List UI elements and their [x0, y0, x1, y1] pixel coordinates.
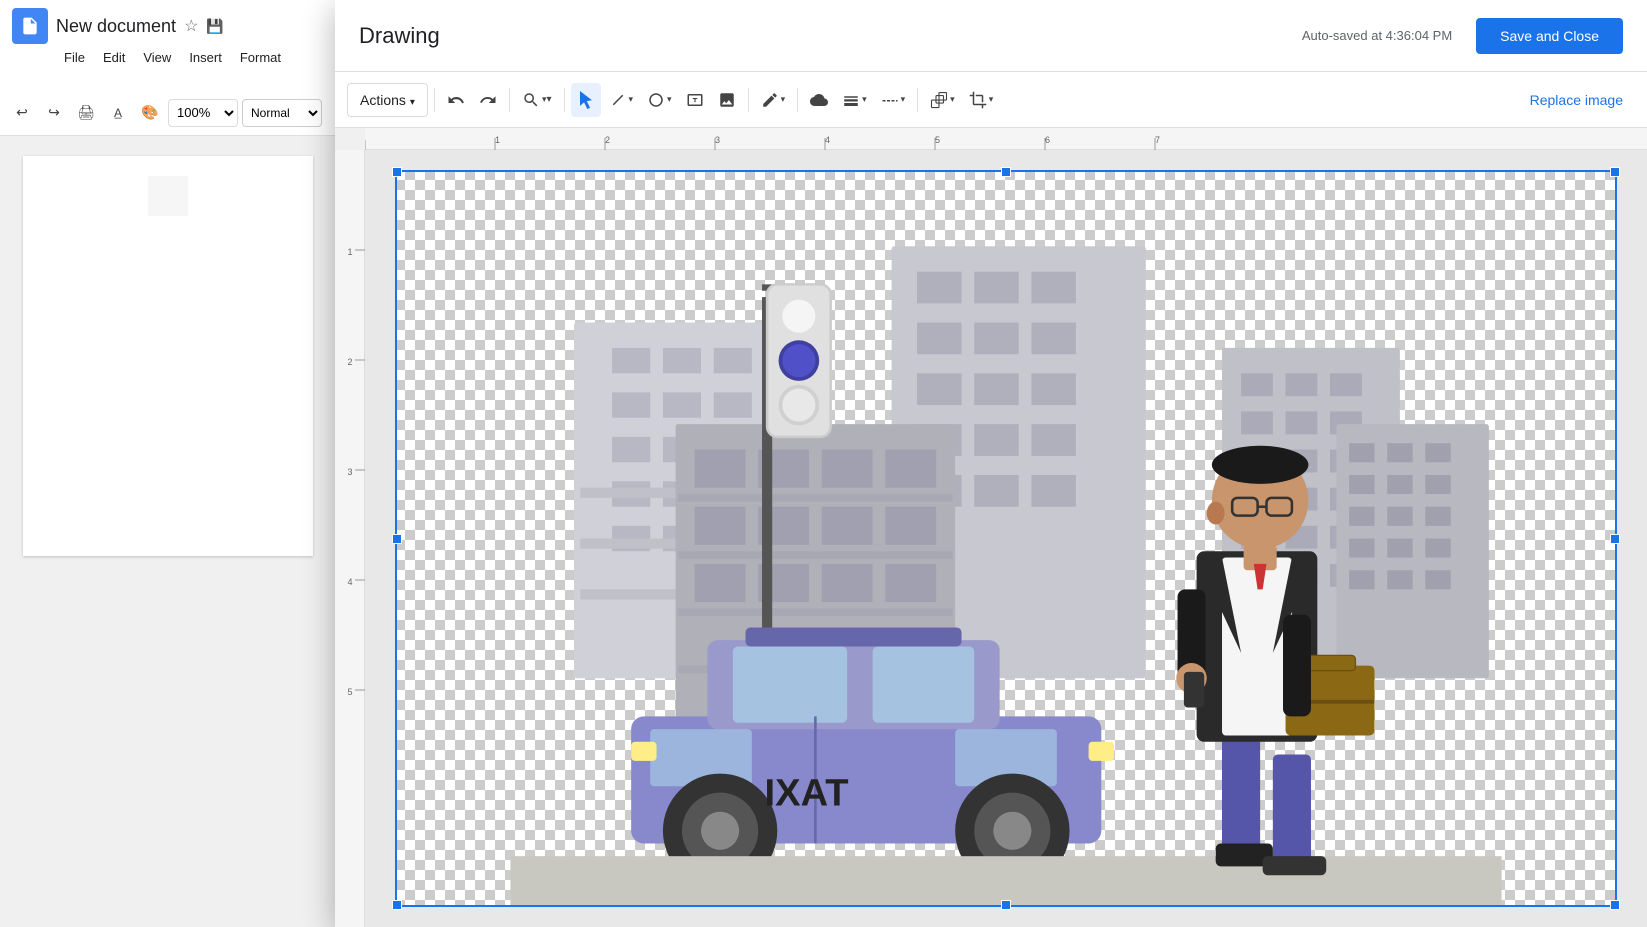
redo-button[interactable] — [473, 83, 503, 117]
toolbar-undo-btn[interactable]: ↩ — [8, 99, 36, 127]
docs-menu-bar: File Edit View Insert Format — [12, 48, 323, 67]
shape-chevron-icon: ▾ — [667, 94, 672, 105]
svg-text:5: 5 — [347, 687, 352, 697]
svg-text:7: 7 — [1155, 135, 1160, 145]
dialog-title: Drawing — [359, 23, 1302, 49]
docs-page-area — [0, 136, 335, 927]
horizontal-ruler: 1 2 3 4 5 6 7 — [365, 128, 1647, 150]
border-weight-button[interactable]: ▾ — [836, 83, 873, 117]
menu-file[interactable]: File — [56, 48, 93, 67]
svg-text:IXAT: IXAT — [765, 771, 849, 814]
docs-header: New document ☆ 💾 File Edit View Insert F… — [0, 0, 335, 90]
toolbar-redo-btn[interactable]: ↪ — [40, 99, 68, 127]
svg-text:2: 2 — [347, 357, 352, 367]
drawing-dialog: Drawing Auto-saved at 4:36:04 PM Save an… — [335, 0, 1647, 927]
dialog-header: Drawing Auto-saved at 4:36:04 PM Save an… — [335, 0, 1647, 72]
zoom-button[interactable]: ▾ — [516, 83, 558, 117]
pencil-tool-button[interactable]: ▾ — [755, 83, 792, 117]
drawing-canvas-area: 1 2 3 4 5 6 7 1 2 — [335, 128, 1647, 927]
border-weight-chevron-icon: ▾ — [862, 94, 867, 105]
style-select[interactable]: Normal — [242, 99, 322, 127]
svg-text:2: 2 — [605, 135, 610, 145]
docs-toolbar: ↩ ↪ 🖨 A̲ 🎨 100% Normal — [0, 90, 335, 136]
toolbar-format-btn[interactable]: 🎨 — [136, 99, 164, 127]
svg-text:1: 1 — [347, 247, 352, 257]
star-icon[interactable]: ☆ — [184, 16, 198, 36]
actions-chevron-icon — [410, 92, 415, 108]
undo-button[interactable] — [441, 83, 471, 117]
svg-text:5: 5 — [935, 135, 940, 145]
toolbar-separator-4 — [748, 88, 749, 112]
border-dash-button[interactable]: ▾ — [875, 83, 912, 117]
arrange-chevron-icon: ▾ — [950, 94, 955, 105]
line-chevron-icon: ▾ — [629, 94, 634, 105]
toolbar-separator-5 — [797, 88, 798, 112]
svg-text:6: 6 — [1045, 135, 1050, 145]
docs-document-title[interactable]: New document — [56, 16, 176, 37]
autosave-status: Auto-saved at 4:36:04 PM — [1302, 28, 1452, 43]
menu-edit[interactable]: Edit — [95, 48, 133, 67]
toolbar-separator-3 — [564, 88, 565, 112]
city-illustration: IXAT — [395, 170, 1617, 907]
toolbar-separator-2 — [509, 88, 510, 112]
drawing-canvas[interactable]: IXAT — [365, 150, 1647, 927]
menu-format[interactable]: Format — [232, 48, 289, 67]
image-tool-button[interactable] — [712, 83, 742, 117]
line-tool-button[interactable]: ▾ — [603, 83, 640, 117]
zoom-select[interactable]: 100% — [168, 99, 238, 127]
menu-insert[interactable]: Insert — [181, 48, 230, 67]
docs-title-row: New document ☆ 💾 — [12, 8, 323, 44]
arrange-button[interactable]: ▾ — [924, 83, 961, 117]
toolbar-print-btn[interactable]: 🖨 — [72, 99, 100, 127]
svg-text:4: 4 — [347, 577, 352, 587]
svg-text:1: 1 — [495, 135, 500, 145]
zoom-chevron-icon: ▾ — [542, 94, 552, 105]
select-tool-button[interactable] — [571, 83, 601, 117]
docs-icon — [12, 8, 48, 44]
svg-text:3: 3 — [347, 467, 352, 477]
shape-tool-button[interactable]: ▾ — [641, 83, 678, 117]
vertical-ruler: 1 2 3 4 5 — [335, 150, 365, 927]
border-color-button[interactable] — [804, 83, 834, 117]
border-dash-chevron-icon: ▾ — [901, 94, 906, 105]
menu-view[interactable]: View — [135, 48, 179, 67]
save-and-close-button[interactable]: Save and Close — [1476, 18, 1623, 54]
toolbar-separator-6 — [917, 88, 918, 112]
docs-page — [23, 156, 313, 556]
svg-text:3: 3 — [715, 135, 720, 145]
canvas-image-container[interactable]: IXAT — [395, 170, 1617, 907]
crop-button[interactable]: ▾ — [963, 83, 1000, 117]
toolbar-spellcheck-btn[interactable]: A̲ — [104, 99, 132, 127]
dialog-toolbar: Actions ▾ ▾ ▾ — [335, 72, 1647, 128]
toolbar-separator-1 — [434, 88, 435, 112]
crop-chevron-icon: ▾ — [989, 94, 994, 105]
actions-button[interactable]: Actions — [347, 83, 428, 117]
textbox-tool-button[interactable] — [680, 83, 710, 117]
replace-image-button[interactable]: Replace image — [1518, 83, 1635, 117]
svg-text:4: 4 — [825, 135, 830, 145]
save-to-drive-icon[interactable]: 💾 — [206, 18, 223, 35]
pencil-chevron-icon: ▾ — [781, 94, 786, 105]
